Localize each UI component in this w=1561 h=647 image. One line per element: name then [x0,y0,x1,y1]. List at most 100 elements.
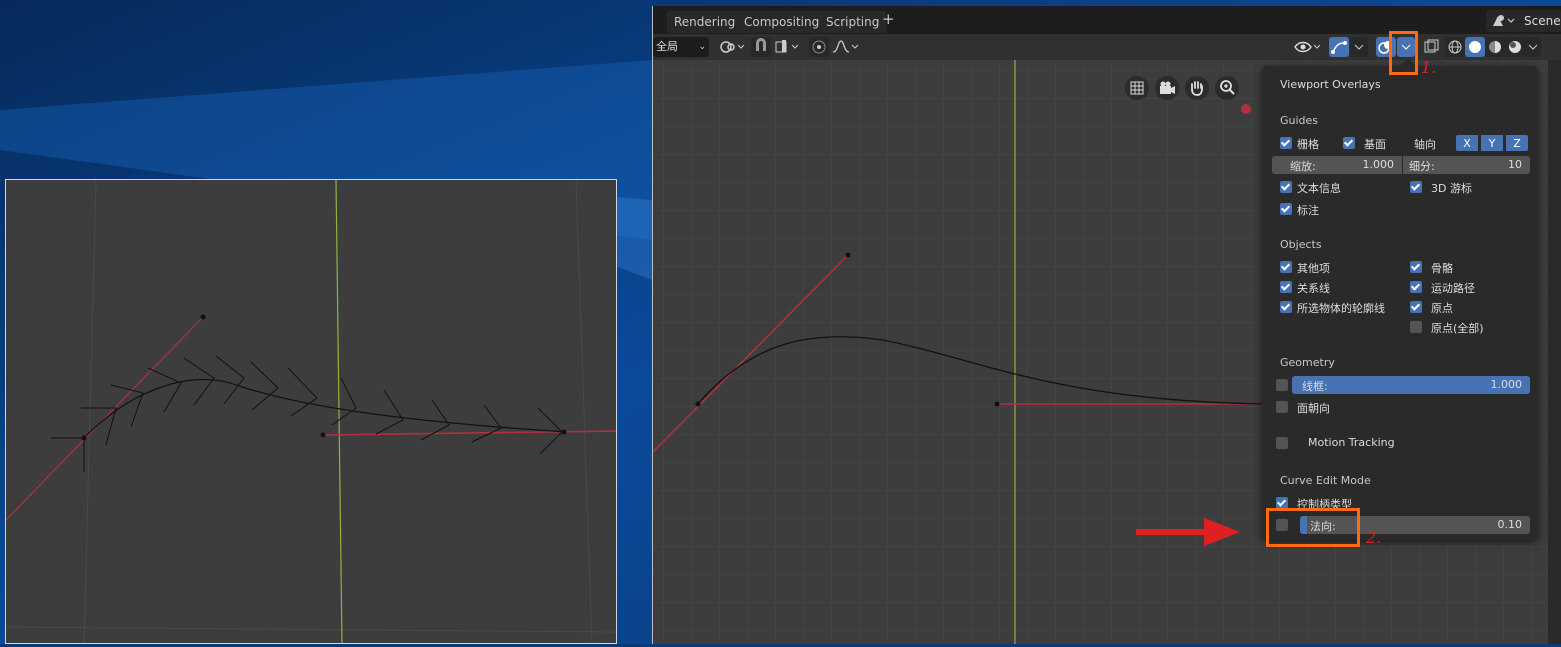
scene-icon [1493,15,1515,26]
scene-name: Scene [1524,14,1561,28]
rendered-sphere-icon [1509,41,1521,53]
outline-selected-checkbox[interactable] [1280,301,1292,313]
shading-material-button[interactable] [1485,37,1505,57]
curve-normals-preview [5,179,617,644]
wireframe-sphere-icon [1448,40,1462,54]
3d-cursor-checkbox[interactable] [1410,181,1422,193]
origins-all-checkbox[interactable] [1410,321,1422,333]
grid-scale-label: 缩放: [1290,160,1316,173]
preview-right-handle [322,430,616,436]
viewport-overlays-popover: Viewport Overlays Guides 栅格 基面 轴向 X Y Z … [1262,58,1538,540]
xray-icon [1424,39,1439,53]
extras-checkbox[interactable] [1280,261,1292,273]
guides-heading: Guides [1280,114,1319,127]
magnifier-icon [1220,80,1235,95]
axis-label: 轴向 [1414,138,1436,151]
annotations-label: 标注 [1297,204,1319,217]
wireframe-checkbox[interactable] [1276,379,1288,391]
curve-edit-heading: Curve Edit Mode [1280,474,1371,487]
3d-cursor-label: 3D 游标 [1431,182,1472,195]
transform-orientation-select[interactable]: 全局 ⌄ [653,37,709,57]
pivot-point-button[interactable] [717,37,747,57]
gizmo-toggle[interactable] [1329,37,1349,57]
axis-z-toggle[interactable]: Z [1505,134,1529,152]
text-info-checkbox[interactable] [1280,181,1292,193]
wireframe-label: 线框: [1302,380,1328,393]
tab-scripting[interactable]: Scripting [819,11,887,33]
workspace-tab-bar: Rendering Compositing Scripting + Scene [653,6,1561,34]
highlight-box-overlays-dropdown [1389,31,1418,75]
annotations-checkbox[interactable] [1280,203,1292,215]
objects-heading: Objects [1280,238,1322,251]
origins-all-label: 原点(全部) [1431,322,1484,335]
motion-tracking-label: Motion Tracking [1308,436,1395,449]
shading-dropdown[interactable] [1525,37,1541,57]
gizmo-icon [1331,41,1347,54]
highlight-box-normals [1266,508,1360,547]
axis-y-toggle[interactable]: Y [1480,134,1504,152]
gizmo-dropdown[interactable] [1350,37,1368,57]
object-visibility-button[interactable] [1293,37,1323,57]
snap-target-button[interactable] [773,37,803,57]
floor-checkbox[interactable] [1343,137,1355,149]
red-arrow-annotation [1136,518,1240,546]
motion-paths-checkbox[interactable] [1410,281,1422,293]
grid-label: 栅格 [1297,138,1319,151]
camera-icon [1160,81,1175,94]
outline-selected-label: 所选物体的轮廓线 [1297,302,1385,315]
normals-value: 0.10 [1497,518,1523,531]
grid-scale-field[interactable]: 缩放: 1.000 [1272,156,1402,174]
add-workspace-button[interactable]: + [882,10,895,28]
shading-rendered-button[interactable] [1505,37,1525,57]
shading-wireframe-button[interactable] [1445,37,1465,57]
zoom-view-button[interactable] [1215,76,1239,100]
face-orientation-label: 面朝向 [1297,402,1330,415]
bones-label: 骨骼 [1431,262,1453,275]
grid-subdivisions-field[interactable]: 细分: 10 [1403,156,1530,174]
toggle-grid-view-button[interactable] [1125,76,1149,100]
chevron-down-icon [1528,44,1538,50]
viewport-header: 全局 ⌄ [653,34,1561,60]
face-orientation-checkbox[interactable] [1276,401,1288,413]
relationship-lines-checkbox[interactable] [1280,281,1292,293]
material-sphere-icon [1489,41,1501,53]
grid-checkbox[interactable] [1280,137,1292,149]
motion-tracking-checkbox[interactable] [1276,437,1288,449]
solid-sphere-icon [1469,41,1481,53]
wireframe-value: 1.000 [1490,378,1523,391]
preview-canvas [6,180,616,643]
motion-paths-label: 运动路径 [1431,282,1475,295]
xray-toggle[interactable] [1421,37,1441,57]
wireframe-slider[interactable]: 线框: 1.000 [1292,376,1530,394]
grid-scale-value: 1.000 [1362,158,1395,171]
shading-solid-button[interactable] [1465,37,1485,57]
snap-toggle[interactable] [751,37,771,57]
tab-rendering[interactable]: Rendering [667,11,743,33]
relationship-lines-label: 关系线 [1297,282,1330,295]
annotation-number-one: 1. [1421,58,1437,77]
proportional-falloff-button[interactable] [831,37,861,57]
link-icon [720,41,745,53]
right-edge-scroll-strip [1548,60,1561,644]
scene-selector[interactable]: Scene [1486,10,1561,32]
bones-checkbox[interactable] [1410,261,1422,273]
transform-orientation-value: 全局 [656,40,678,53]
popover-title: Viewport Overlays [1280,78,1381,91]
text-info-label: 文本信息 [1297,182,1341,195]
eye-icon [1294,41,1321,53]
chevron-down-icon [1354,44,1364,50]
annotation-number-two: 2. [1366,528,1382,547]
origins-checkbox[interactable] [1410,301,1422,313]
grid-icon [1130,81,1144,95]
tab-compositing[interactable]: Compositing [737,11,827,33]
origins-label: 原点 [1431,302,1453,315]
chevron-down-icon: ⌄ [698,42,706,52]
camera-view-button[interactable] [1155,76,1179,100]
proportional-edit-toggle[interactable] [809,37,829,57]
falloff-curve-icon [832,40,859,53]
axis-x-toggle[interactable]: X [1455,134,1479,152]
proportional-icon [812,40,826,54]
grid-subdivisions-value: 10 [1508,158,1522,171]
floor-label: 基面 [1364,138,1386,151]
pan-view-button[interactable] [1185,76,1209,100]
